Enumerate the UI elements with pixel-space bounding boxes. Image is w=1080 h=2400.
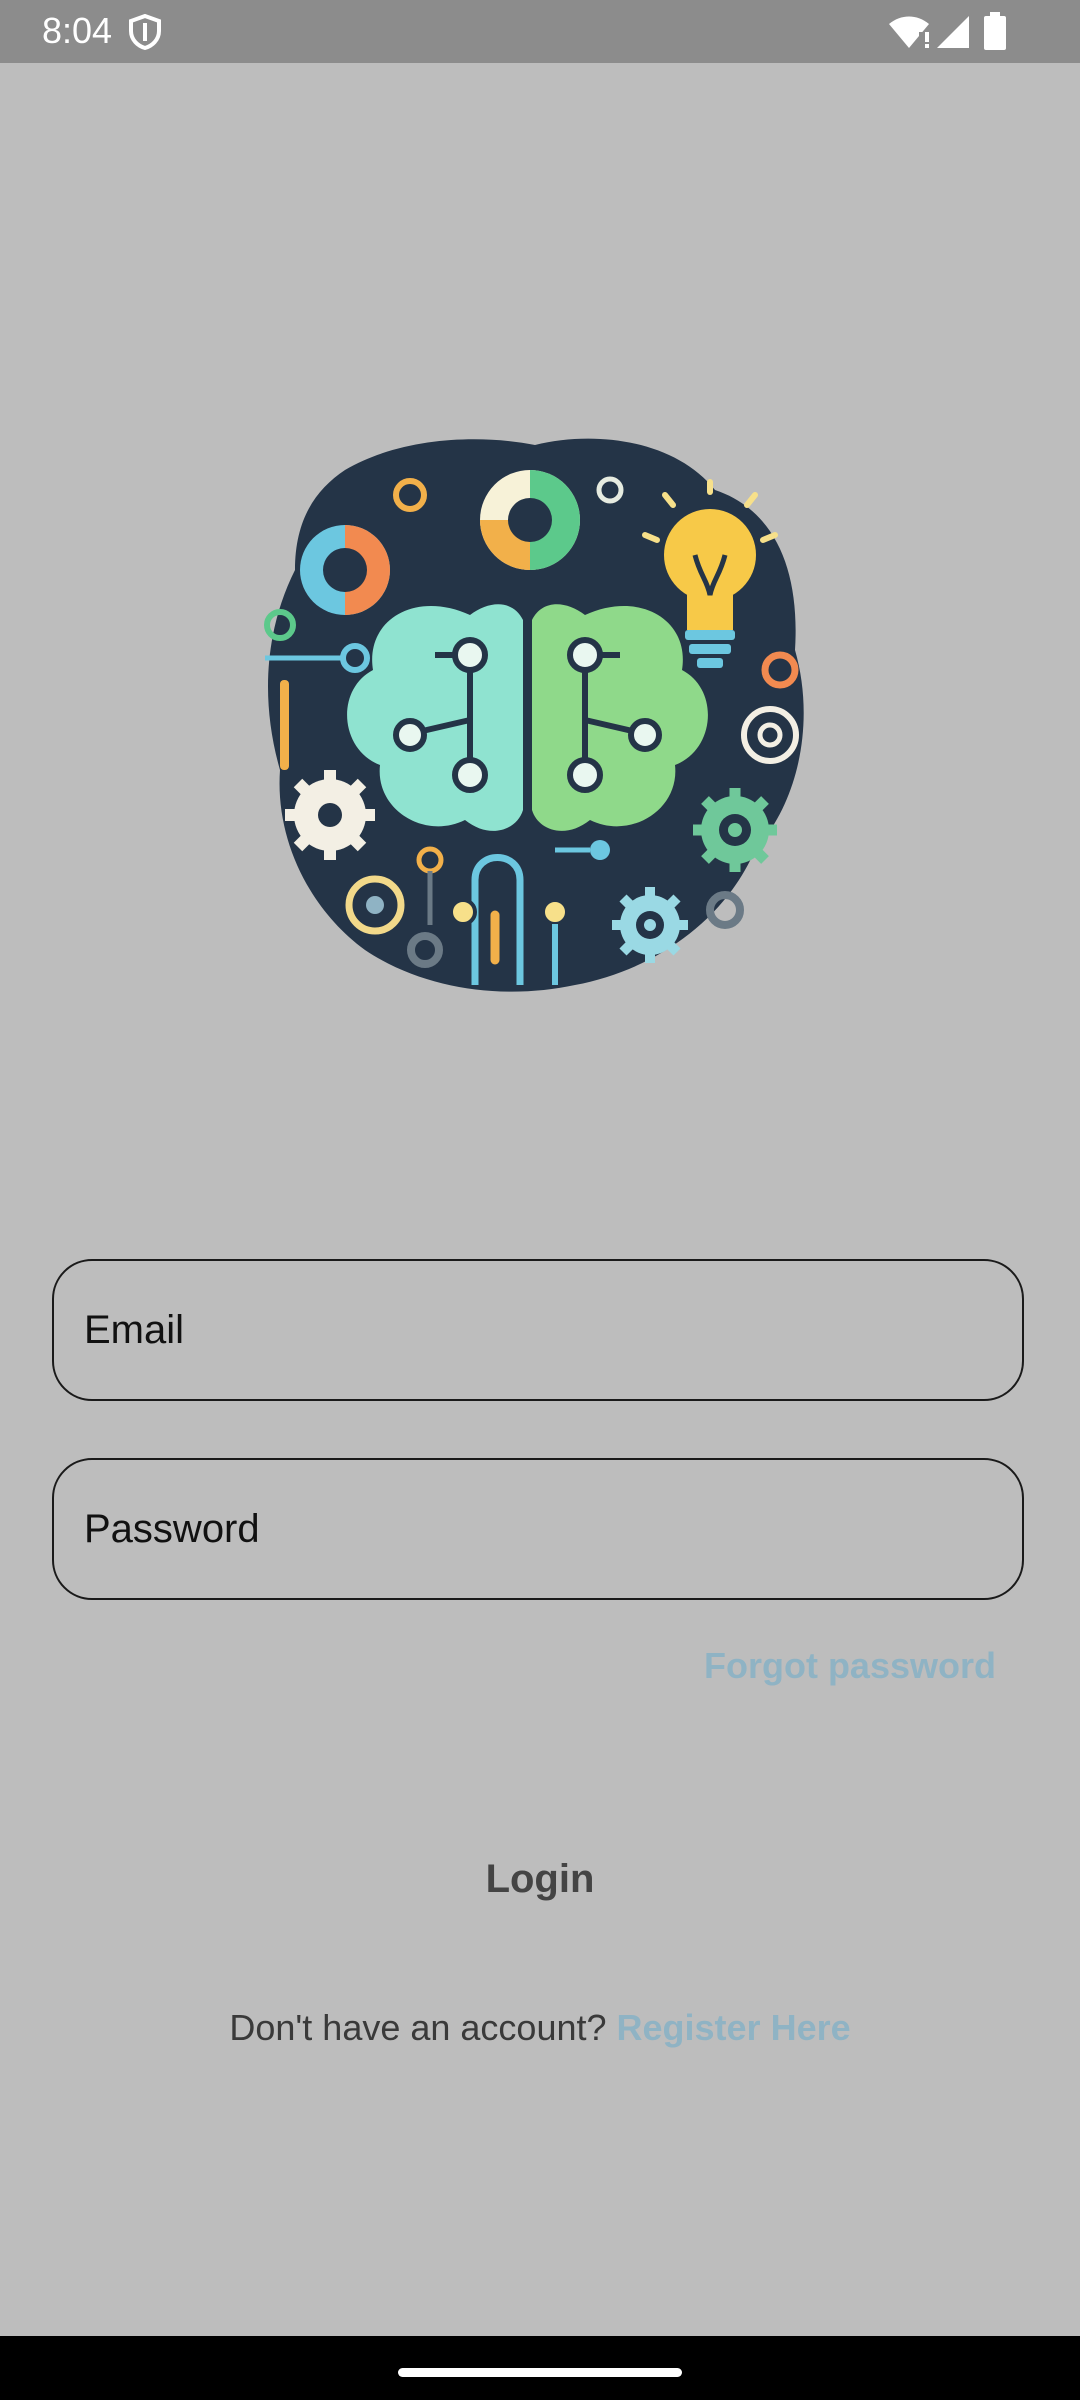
password-field[interactable]: Password bbox=[52, 1458, 1024, 1600]
email-field[interactable]: Email bbox=[52, 1259, 1024, 1401]
login-button[interactable]: Login bbox=[340, 1840, 740, 1918]
register-link[interactable]: Register Here bbox=[617, 2007, 851, 2048]
battery-icon bbox=[984, 12, 1006, 50]
status-bar: 8:04 bbox=[0, 0, 1080, 63]
forgot-password-link[interactable]: Forgot password bbox=[704, 1645, 996, 1687]
brain-circuit-logo bbox=[264, 438, 804, 992]
signal-icon bbox=[937, 16, 969, 48]
register-row: Don't have an account? Register Here bbox=[0, 2007, 1080, 2049]
email-placeholder: Email bbox=[84, 1308, 185, 1352]
wifi-icon bbox=[889, 16, 929, 48]
password-placeholder: Password bbox=[84, 1507, 260, 1551]
shield-icon bbox=[129, 14, 161, 50]
register-prompt: Don't have an account? bbox=[229, 2007, 617, 2048]
home-gesture-handle[interactable] bbox=[398, 2368, 682, 2377]
status-time: 8:04 bbox=[42, 10, 113, 51]
login-screen: 8:04 Email Password Forgot password Logi… bbox=[0, 0, 1080, 2400]
